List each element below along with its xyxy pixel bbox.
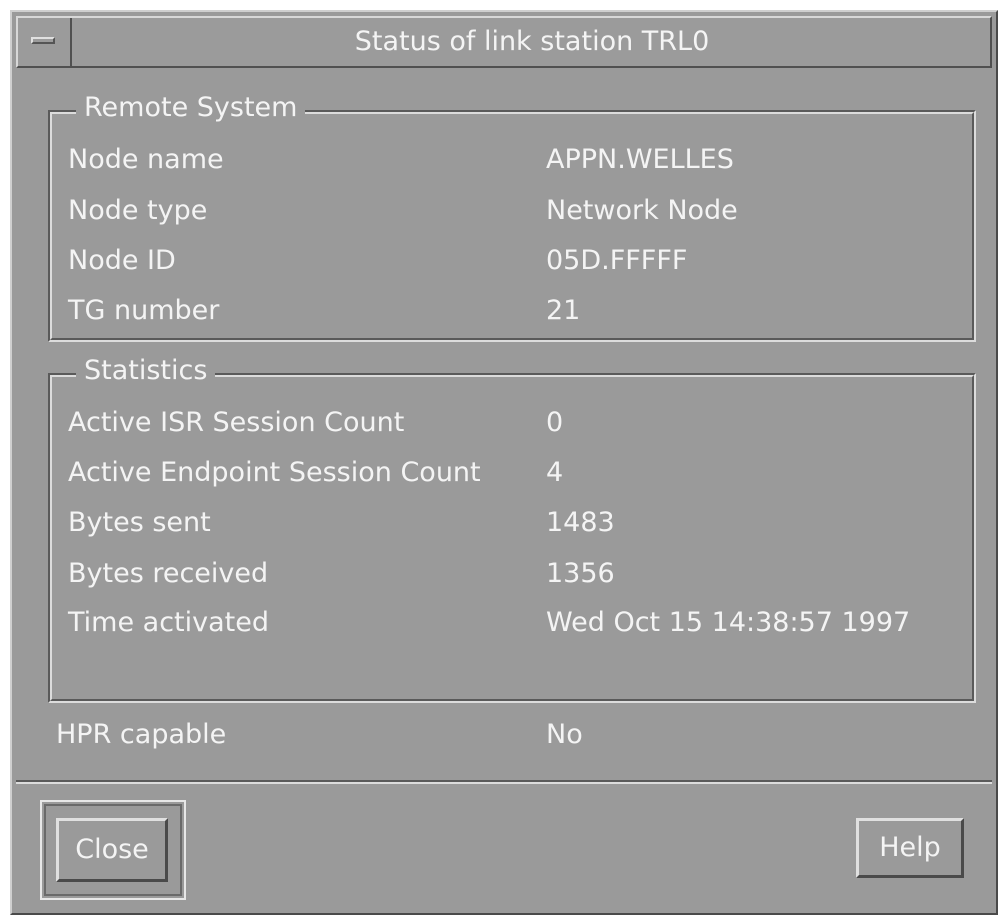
- bytes-sent-value: 1483: [546, 507, 615, 538]
- tg-number-value: 21: [546, 295, 581, 326]
- active-endpoint-session-count-label: Active Endpoint Session Count: [68, 457, 481, 488]
- hpr-capable-label: HPR capable: [56, 719, 227, 750]
- active-isr-session-count-label: Active ISR Session Count: [68, 407, 405, 438]
- tg-number-label: TG number: [68, 295, 220, 326]
- close-button[interactable]: Close: [56, 818, 168, 882]
- window-menu-button[interactable]: [18, 18, 72, 66]
- bytes-sent-label: Bytes sent: [68, 507, 211, 538]
- node-name-value: APPN.WELLES: [546, 144, 734, 175]
- statistics-legend: Statistics: [76, 353, 216, 389]
- active-isr-session-count-value: 0: [546, 407, 564, 438]
- title-bar[interactable]: Status of link station TRL0: [16, 16, 992, 68]
- bytes-received-label: Bytes received: [68, 558, 269, 589]
- window-menu-icon: [31, 37, 55, 44]
- time-activated-value: Wed Oct 15 14:38:57 1997: [546, 607, 911, 638]
- active-endpoint-session-count-value: 4: [546, 457, 564, 488]
- status-dialog: Status of link station TRL0 Remote Syste…: [10, 10, 998, 915]
- node-id-label: Node ID: [68, 245, 176, 276]
- remote-system-legend: Remote System: [76, 90, 306, 126]
- node-type-label: Node type: [68, 195, 208, 226]
- bytes-received-value: 1356: [546, 558, 615, 589]
- node-name-label: Node name: [68, 144, 224, 175]
- help-button[interactable]: Help: [856, 818, 964, 878]
- node-id-value: 05D.FFFFF: [546, 245, 688, 276]
- node-type-value: Network Node: [546, 195, 738, 226]
- hpr-capable-value: No: [546, 719, 583, 750]
- time-activated-label: Time activated: [68, 607, 269, 638]
- button-area-divider: [16, 780, 992, 784]
- window-title: Status of link station TRL0: [354, 26, 710, 57]
